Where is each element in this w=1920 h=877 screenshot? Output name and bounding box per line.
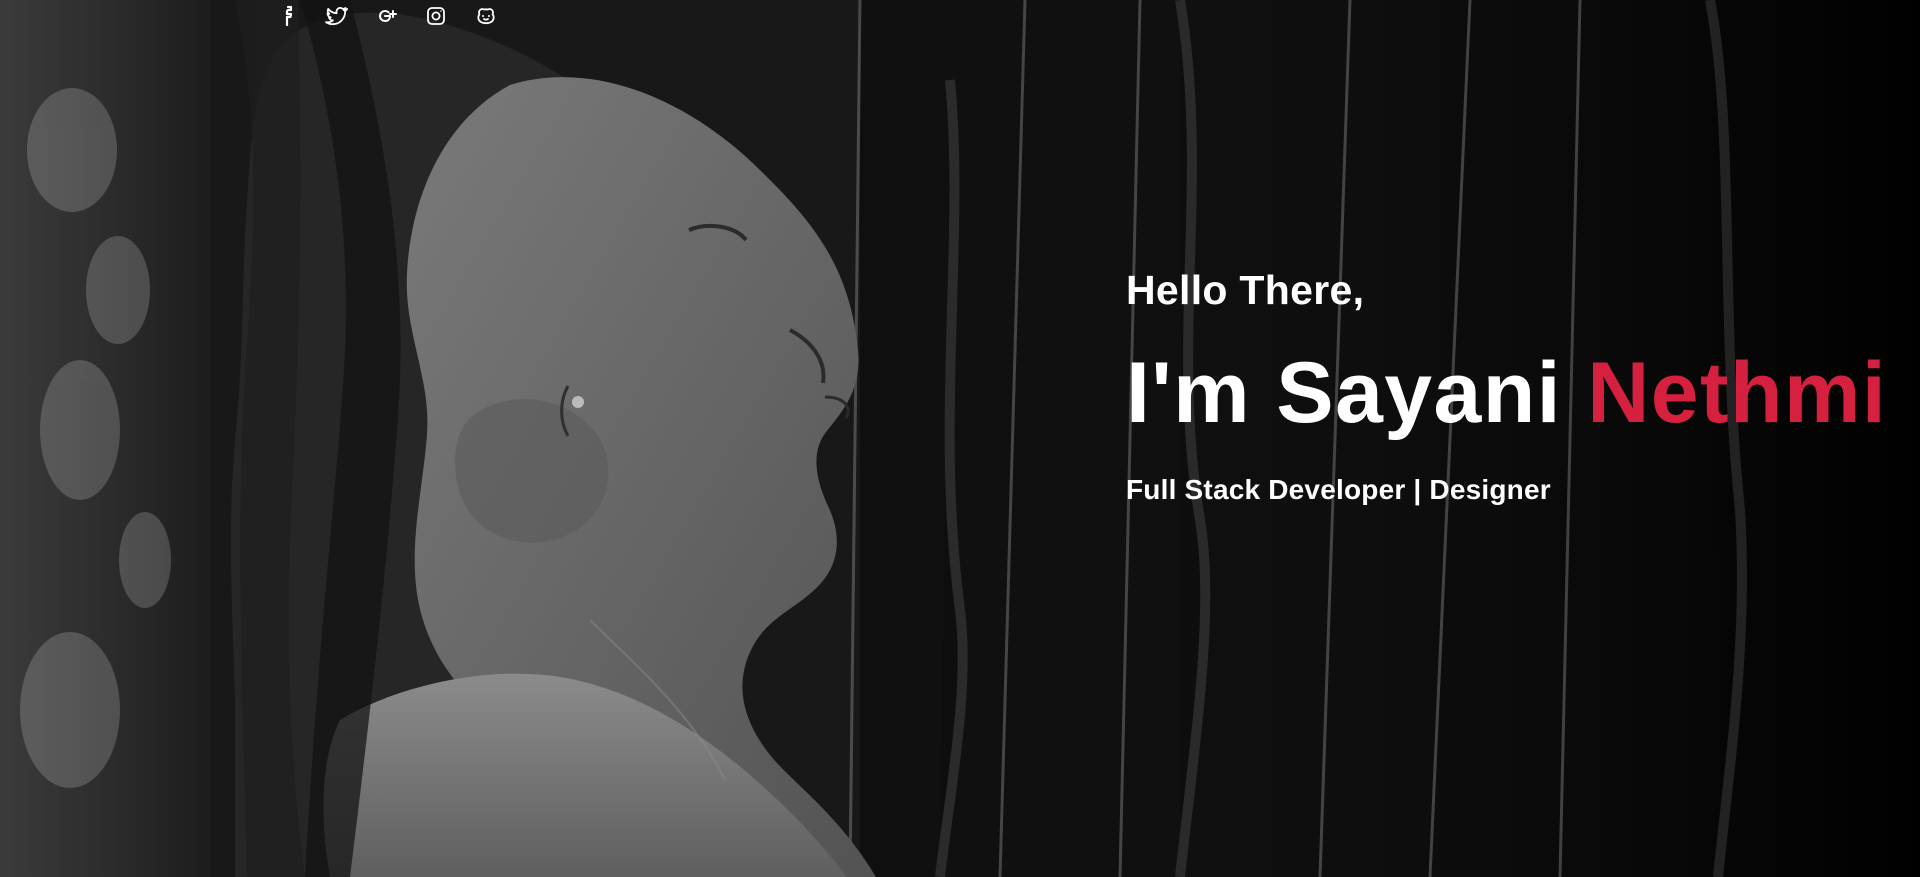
hero-greeting: Hello There,: [1126, 267, 1365, 313]
google-plus-link[interactable]: [370, 0, 402, 32]
hero-title-accent: Nethmi: [1587, 345, 1888, 441]
facebook-link[interactable]: [270, 0, 302, 32]
facebook-icon: [274, 4, 298, 28]
hero-title-name: I'm Sayani: [1126, 345, 1562, 441]
hero-title: I'm Sayani Nethmi: [1126, 350, 1887, 436]
social-links: [270, 0, 502, 32]
hero-section: Hello There, I'm Sayani Nethmi Full Stac…: [0, 0, 1920, 877]
instagram-icon: [424, 4, 448, 28]
google-plus-icon: [374, 4, 398, 28]
github-link[interactable]: [470, 0, 502, 32]
github-icon: [474, 4, 498, 28]
twitter-icon: [324, 4, 348, 28]
hero-subtitle: Full Stack Developer | Designer: [1126, 474, 1551, 505]
instagram-link[interactable]: [420, 0, 452, 32]
twitter-link[interactable]: [320, 0, 352, 32]
hero-content: Hello There, I'm Sayani Nethmi Full Stac…: [1126, 270, 1887, 506]
